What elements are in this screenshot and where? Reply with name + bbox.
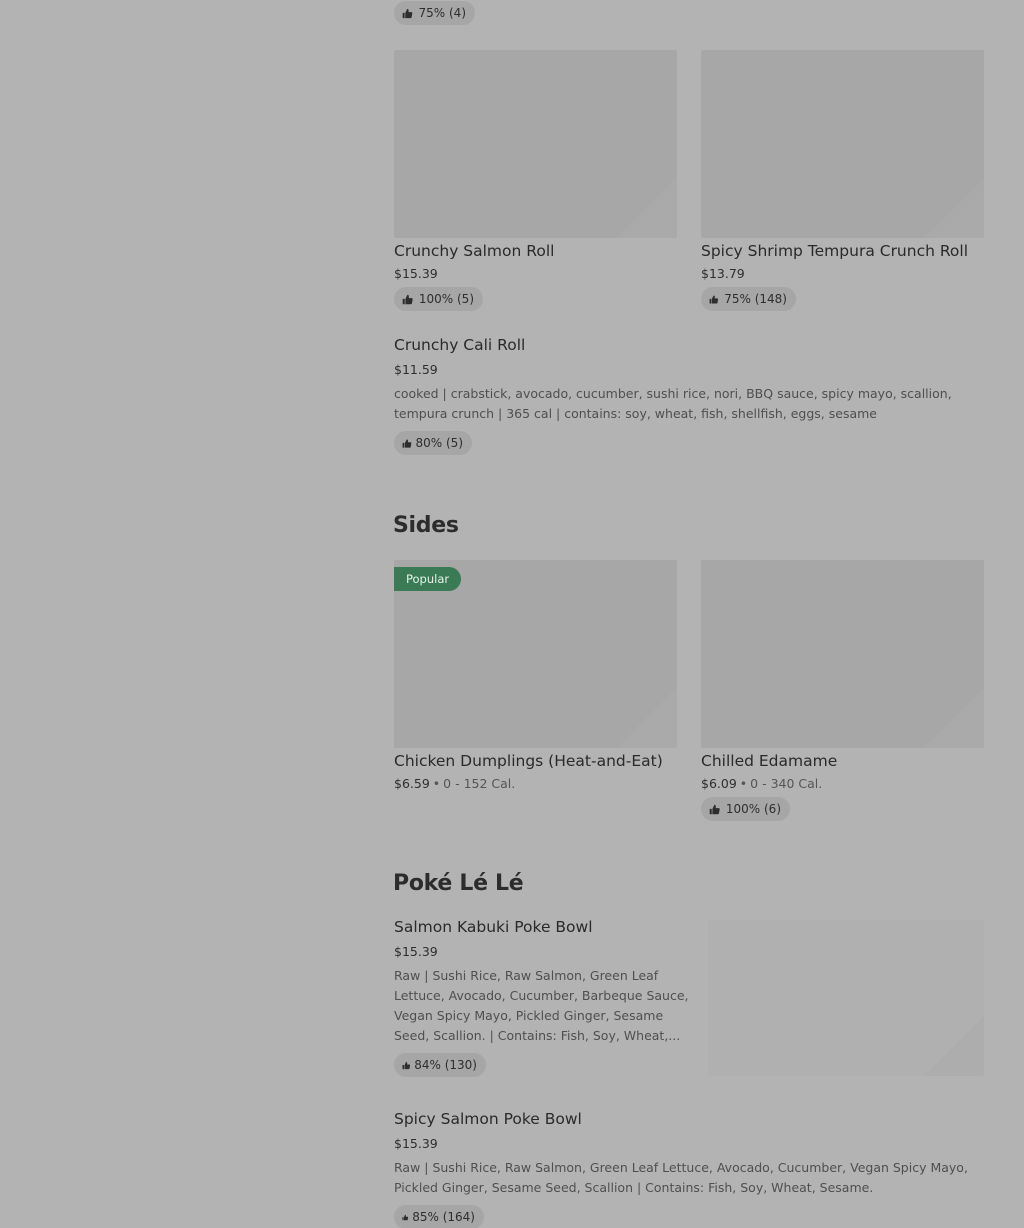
rating-pill: 75% (148) [701, 287, 796, 311]
rating-text: 84% (130) [414, 1058, 477, 1072]
menu-item-description: Raw | Sushi Rice, Raw Salmon, Green Leaf… [394, 968, 689, 1043]
rating-text: 80% (5) [415, 436, 463, 450]
section-heading: Sides [393, 513, 459, 538]
menu-item-title[interactable]: Chicken Dumplings (Heat-and-Eat) [394, 752, 663, 770]
menu-item-description: cooked | crabstick, avocado, cucumber, s… [394, 386, 952, 421]
rating-text: 75% (148) [724, 292, 787, 306]
rating-text: 85% (164) [412, 1210, 475, 1224]
menu-item-title[interactable]: Chilled Edamame [701, 752, 837, 770]
thumbs-up-icon [709, 294, 719, 304]
rating-pill: 80% (5) [394, 431, 472, 455]
menu-item-title[interactable]: Crunchy Salmon Roll [394, 242, 554, 260]
rating-text: 100% (5) [418, 292, 474, 306]
menu-item-image[interactable] [394, 50, 677, 238]
section-heading: Poké Lé Lé [393, 871, 524, 896]
thumbs-up-icon [709, 804, 720, 814]
thumbs-up-icon [402, 1061, 411, 1069]
rating-pill: 85% (164) [394, 1205, 484, 1228]
menu-item-title[interactable]: Spicy Salmon Poke Bowl [394, 1110, 582, 1128]
rating-pill: 75% (4) [394, 1, 475, 25]
menu-item-price: $15.39 [394, 1136, 438, 1151]
menu-item-price: $6.09 [701, 776, 737, 791]
menu-item-image[interactable] [708, 920, 984, 1076]
menu-item-title[interactable]: Crunchy Cali Roll [394, 336, 525, 354]
separator-dot: • [432, 776, 441, 791]
menu-item-price-line: $6.09 • 0 - 340 Cal. [701, 776, 822, 791]
menu-item-calories: 0 - 152 Cal. [443, 776, 516, 791]
rating-text: 75% (4) [418, 6, 466, 20]
menu-item-title[interactable]: Salmon Kabuki Poke Bowl [394, 918, 593, 936]
menu-item-price: $11.59 [394, 362, 438, 377]
rating-pill: 100% (5) [394, 287, 483, 311]
separator-dot: • [739, 776, 748, 791]
thumbs-up-icon [402, 1214, 409, 1220]
thumbs-up-icon [402, 294, 413, 304]
menu-item-price: $6.59 [394, 776, 430, 791]
menu-item-price: $13.79 [701, 266, 745, 281]
menu-item-price: $15.39 [394, 266, 438, 281]
menu-item-calories: 0 - 340 Cal. [750, 776, 823, 791]
rating-pill: 100% (6) [701, 797, 790, 821]
menu-item-description: Raw | Sushi Rice, Raw Salmon, Green Leaf… [394, 1160, 968, 1195]
menu-item-price-line: $6.59 • 0 - 152 Cal. [394, 776, 515, 791]
thumbs-up-icon [402, 438, 412, 448]
menu-item-title[interactable]: Spicy Shrimp Tempura Crunch Roll [701, 242, 968, 260]
rating-text: 100% (6) [725, 802, 781, 816]
menu-item-image[interactable] [701, 560, 984, 748]
rating-pill: 84% (130) [394, 1053, 486, 1077]
menu-item-image[interactable] [701, 50, 984, 238]
popular-badge: Popular [394, 567, 462, 591]
thumbs-up-icon [402, 8, 413, 18]
menu-item-price: $15.39 [394, 944, 438, 959]
